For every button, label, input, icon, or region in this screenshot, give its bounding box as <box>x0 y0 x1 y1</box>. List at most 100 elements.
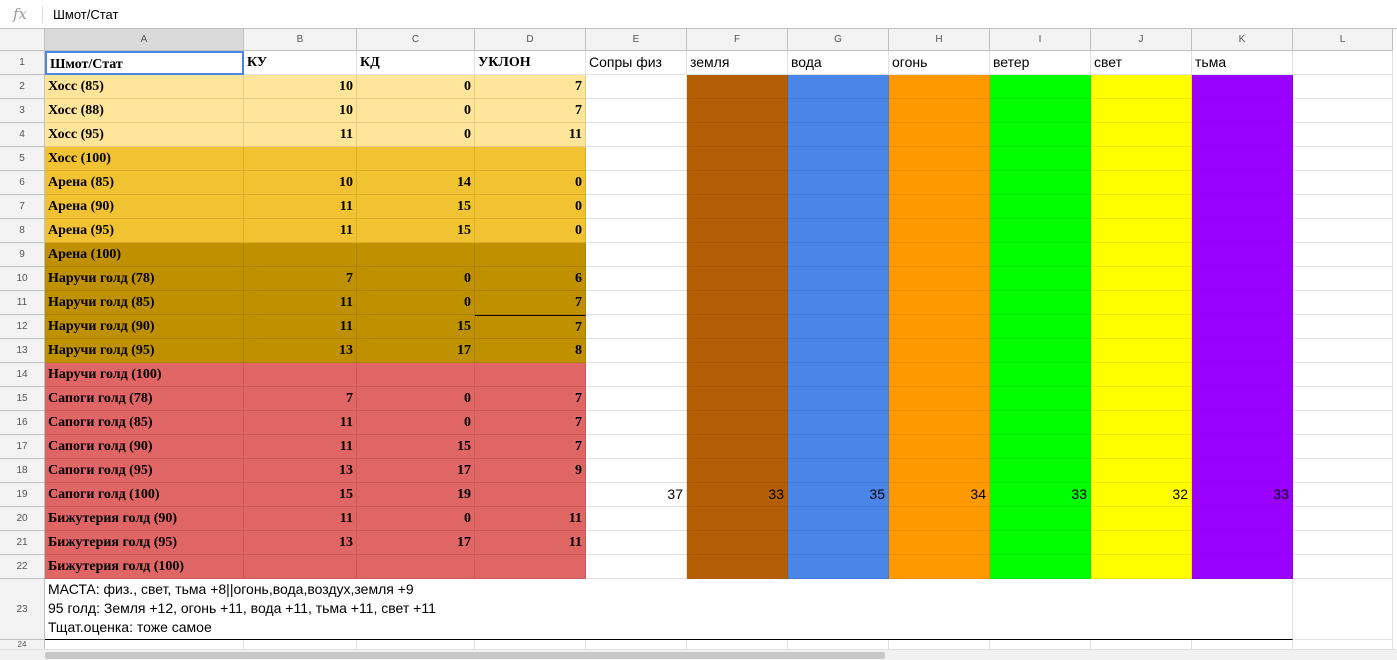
cell-a1[interactable]: Шмот/Стат <box>45 51 244 75</box>
cell-g17[interactable] <box>788 435 889 459</box>
cell-j18[interactable] <box>1091 459 1192 483</box>
cell-d1[interactable]: УКЛОН <box>475 51 586 75</box>
cell-d16[interactable]: 7 <box>475 411 586 435</box>
cell-i2[interactable] <box>990 75 1091 99</box>
cell-e22[interactable] <box>586 555 687 579</box>
cell-e19[interactable]: 37 <box>586 483 687 507</box>
cell-c20[interactable]: 0 <box>357 507 475 531</box>
cell-b16[interactable]: 11 <box>244 411 357 435</box>
cell-k12[interactable] <box>1192 315 1293 339</box>
cell-f4[interactable] <box>687 123 788 147</box>
cell-a15[interactable]: Сапоги голд (78) <box>45 387 244 411</box>
cell-h10[interactable] <box>889 267 990 291</box>
cell-d6[interactable]: 0 <box>475 171 586 195</box>
cell-g22[interactable] <box>788 555 889 579</box>
cell-f17[interactable] <box>687 435 788 459</box>
cell-b14[interactable] <box>244 363 357 387</box>
cell-k1[interactable]: тьма <box>1192 51 1293 75</box>
cell-j17[interactable] <box>1091 435 1192 459</box>
cell-c16[interactable]: 0 <box>357 411 475 435</box>
cell-j15[interactable] <box>1091 387 1192 411</box>
column-header-i[interactable]: I <box>990 29 1091 51</box>
cell-l10[interactable] <box>1293 267 1393 291</box>
cell-l9[interactable] <box>1293 243 1393 267</box>
cell-h13[interactable] <box>889 339 990 363</box>
cell-a16[interactable]: Сапоги голд (85) <box>45 411 244 435</box>
cell-j14[interactable] <box>1091 363 1192 387</box>
column-header-b[interactable]: B <box>244 29 357 51</box>
cell-i13[interactable] <box>990 339 1091 363</box>
cell-j8[interactable] <box>1091 219 1192 243</box>
cell-j21[interactable] <box>1091 531 1192 555</box>
cell-l13[interactable] <box>1293 339 1393 363</box>
cell-c4[interactable]: 0 <box>357 123 475 147</box>
row-header[interactable]: 18 <box>0 459 45 483</box>
cell-l23[interactable] <box>1293 579 1393 640</box>
cell-g20[interactable] <box>788 507 889 531</box>
cell-a12[interactable]: Наручи голд (90) <box>45 315 244 339</box>
cell-j11[interactable] <box>1091 291 1192 315</box>
cell-i6[interactable] <box>990 171 1091 195</box>
cell-k7[interactable] <box>1192 195 1293 219</box>
cell-g6[interactable] <box>788 171 889 195</box>
cell-b1[interactable]: КУ <box>244 51 357 75</box>
cell-d10[interactable]: 6 <box>475 267 586 291</box>
cell-i16[interactable] <box>990 411 1091 435</box>
cell-e16[interactable] <box>586 411 687 435</box>
row-header[interactable]: 16 <box>0 411 45 435</box>
cell-c3[interactable]: 0 <box>357 99 475 123</box>
cell-i11[interactable] <box>990 291 1091 315</box>
cell-j3[interactable] <box>1091 99 1192 123</box>
column-header-a[interactable]: A <box>45 29 244 51</box>
cell-h19[interactable]: 34 <box>889 483 990 507</box>
cell-a5[interactable]: Хосс (100) <box>45 147 244 171</box>
cell-i22[interactable] <box>990 555 1091 579</box>
cell-e5[interactable] <box>586 147 687 171</box>
cell-k5[interactable] <box>1192 147 1293 171</box>
cell-f16[interactable] <box>687 411 788 435</box>
cell-j1[interactable]: свет <box>1091 51 1192 75</box>
row-header[interactable]: 21 <box>0 531 45 555</box>
cell-c1[interactable]: КД <box>357 51 475 75</box>
cell-g2[interactable] <box>788 75 889 99</box>
cell-j22[interactable] <box>1091 555 1192 579</box>
cell-f13[interactable] <box>687 339 788 363</box>
cell-k6[interactable] <box>1192 171 1293 195</box>
cell-i1[interactable]: ветер <box>990 51 1091 75</box>
cell-b22[interactable] <box>244 555 357 579</box>
cell-c17[interactable]: 15 <box>357 435 475 459</box>
cell-i19[interactable]: 33 <box>990 483 1091 507</box>
cell-h15[interactable] <box>889 387 990 411</box>
cell-b17[interactable]: 11 <box>244 435 357 459</box>
cell-e7[interactable] <box>586 195 687 219</box>
cell-c13[interactable]: 17 <box>357 339 475 363</box>
cell-d18[interactable]: 9 <box>475 459 586 483</box>
cell-g9[interactable] <box>788 243 889 267</box>
cell-a9[interactable]: Арена (100) <box>45 243 244 267</box>
cell-d12[interactable]: 7 <box>475 315 586 339</box>
cell-a7[interactable]: Арена (90) <box>45 195 244 219</box>
row-header[interactable]: 19 <box>0 483 45 507</box>
cell-k14[interactable] <box>1192 363 1293 387</box>
cell-k8[interactable] <box>1192 219 1293 243</box>
cell-h7[interactable] <box>889 195 990 219</box>
cell-h21[interactable] <box>889 531 990 555</box>
cell-b7[interactable]: 11 <box>244 195 357 219</box>
cell-k17[interactable] <box>1192 435 1293 459</box>
cell-f19[interactable]: 33 <box>687 483 788 507</box>
cell-k4[interactable] <box>1192 123 1293 147</box>
cell-e14[interactable] <box>586 363 687 387</box>
row-header[interactable]: 7 <box>0 195 45 219</box>
cell-h12[interactable] <box>889 315 990 339</box>
cell-h11[interactable] <box>889 291 990 315</box>
cell-l20[interactable] <box>1293 507 1393 531</box>
cell-g12[interactable] <box>788 315 889 339</box>
cell-a14[interactable]: Наручи голд (100) <box>45 363 244 387</box>
cell-b9[interactable] <box>244 243 357 267</box>
cell-l1[interactable] <box>1293 51 1393 75</box>
cell-g16[interactable] <box>788 411 889 435</box>
cell-f15[interactable] <box>687 387 788 411</box>
cell-a2[interactable]: Хосс (85) <box>45 75 244 99</box>
cell-c8[interactable]: 15 <box>357 219 475 243</box>
cell-d20[interactable]: 11 <box>475 507 586 531</box>
